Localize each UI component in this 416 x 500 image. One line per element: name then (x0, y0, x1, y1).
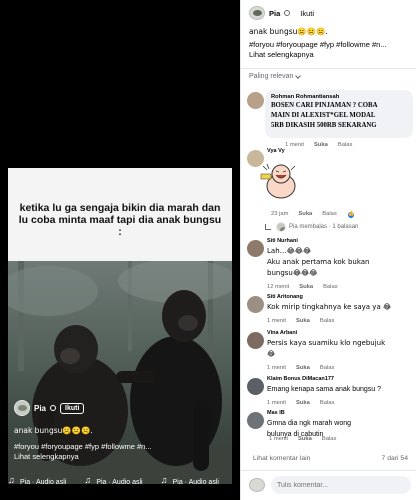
commenter-avatar[interactable] (247, 412, 264, 429)
comment-meta: 12 menit Suka Balas (267, 284, 369, 290)
comment-meta: 1 menit Suka Balas (267, 400, 381, 406)
comment-meta: 1 menit Suka Balas (269, 436, 336, 442)
like-link[interactable]: Suka (296, 365, 310, 371)
comment-text: 😂 (267, 350, 276, 358)
audio-item[interactable]: Pia · Audio asli (161, 475, 219, 486)
comment-meta: 1 menit Suka Balas (267, 318, 391, 324)
comment-bubble: Rohman Rohmantiansah BOSEN CARI PINJAMAN… (265, 90, 413, 138)
comment-text: Persis kaya suamiku klo ngebujuk (267, 339, 386, 347)
comment-time: 1 menit (267, 318, 287, 324)
audio-item[interactable]: Pia · Audio asli (84, 475, 142, 486)
comment-time: 12 menit (267, 284, 290, 290)
commenter-name[interactable]: Vya Vy (267, 148, 285, 154)
sort-label: Paling relevan (249, 73, 294, 80)
like-link[interactable]: Suka (299, 284, 313, 290)
video-hashtags[interactable]: #foryou #foryoupage #fyp #followme #n... (14, 442, 152, 451)
commenter-avatar[interactable] (247, 332, 264, 349)
music-note-icon (84, 475, 92, 486)
audio-ticker[interactable]: Pia · Audio asli Pia · Audio asli Pia · … (8, 475, 238, 486)
divider (241, 68, 416, 69)
sort-dropdown[interactable]: Paling relevan (249, 72, 302, 80)
user-avatar (249, 478, 265, 492)
video-info: Pia Ikuti anak bungsu☹️☹️☹️. #foryou #fo… (0, 400, 240, 462)
comment-text: Aku anak pertama kok bukan (267, 258, 370, 266)
music-note-icon (161, 475, 169, 486)
comment-input[interactable] (271, 476, 411, 494)
view-more-comments-link[interactable]: Lihat komentar lain (253, 455, 310, 462)
commenter-name[interactable]: Siti Aritonang (267, 294, 391, 300)
comment-time: 23 jam (271, 211, 289, 217)
like-link[interactable]: Suka (298, 436, 312, 442)
commenter-name[interactable]: Rohman Rohmantiansah (271, 94, 407, 100)
author-name[interactable]: Pia (34, 404, 46, 413)
globe-icon (50, 405, 57, 411)
reply-summary: Pia membalas · 1 balasan (289, 224, 359, 230)
view-replies-link[interactable]: Pia membalas · 1 balasan (265, 222, 358, 232)
post-description: anak bungsu☹️☹️☹️. (249, 27, 328, 36)
comment-text: Gmna dia ngk marah wong (267, 420, 352, 427)
reply-link[interactable]: Balas (322, 436, 337, 442)
comment-meta: 1 menit Suka Balas (267, 365, 385, 371)
see-more-link[interactable]: Lihat selengkapnya (14, 452, 79, 461)
music-note-icon (8, 475, 16, 486)
audio-item[interactable]: Pia · Audio asli (8, 475, 66, 486)
author-avatar[interactable] (249, 6, 265, 20)
see-more-link[interactable]: Lihat selengkapnya (249, 50, 314, 59)
author-avatar[interactable] (14, 400, 30, 416)
comment-text: Lah…😂😂😂 (267, 247, 312, 255)
reply-link[interactable]: Balas (322, 211, 337, 219)
like-reaction-icon (346, 211, 355, 219)
comment-text: BOSEN CARI PINJAMAN ? COBA (271, 102, 378, 109)
reply-link[interactable]: Balas (320, 318, 335, 324)
commenter-name[interactable]: Siti Nurhani (267, 238, 369, 244)
post-header: Pia Ikuti (249, 4, 314, 22)
like-link[interactable]: Suka (314, 142, 328, 148)
like-link[interactable]: Suka (296, 318, 310, 324)
comment-text: bungsu😂😂😂 (267, 269, 318, 277)
post-hashtags[interactable]: #foryou #foryoupage #fyp #followme #n... (249, 40, 387, 49)
comment-text: 5RB DIKASIH 500RB SEKARANG (271, 122, 377, 129)
laughing-sticker (260, 163, 296, 199)
post-panel: Pia Ikuti anak bungsu☹️☹️☹️. #foryou #fo… (240, 0, 416, 500)
comment-time: 1 menit (267, 365, 287, 371)
commenter-name[interactable]: Mas IB (267, 410, 351, 416)
comment-composer (241, 470, 416, 500)
reply-arrow-icon (265, 224, 271, 230)
commenter-avatar[interactable] (247, 92, 264, 109)
commenter-avatar[interactable] (247, 296, 264, 313)
reply-link[interactable]: Balas (320, 365, 335, 371)
commenter-name[interactable]: Klaim Bonus DiMacan177 (267, 376, 381, 382)
post-author[interactable]: Pia (269, 9, 280, 18)
globe-icon (284, 10, 291, 16)
video-description: anak bungsu☹️☹️☹️. (14, 426, 93, 435)
reply-link[interactable]: Balas (323, 284, 338, 290)
commenter-avatar[interactable] (247, 240, 264, 257)
comment-meta: 23 jam Suka Balas (271, 211, 355, 219)
comment-count: 7 dari 54 (381, 455, 408, 462)
comment-meta: 1 menit Suka Balas (285, 142, 352, 148)
comment-time: 1 menit (267, 400, 287, 406)
comment-time: 1 menit (269, 436, 289, 442)
like-link[interactable]: Suka (296, 400, 310, 406)
reply-link[interactable]: Balas (338, 142, 353, 148)
follow-button[interactable]: Ikuti (60, 402, 85, 414)
replier-avatar (276, 222, 286, 232)
chevron-down-icon (295, 72, 302, 79)
video-viewer[interactable]: ketika lu ga sengaja bikin dia marah dan… (0, 0, 240, 500)
comment-text: MAIN DI ALEXIST*GEL MODAL (271, 112, 376, 119)
commenter-avatar[interactable] (247, 378, 264, 395)
like-link[interactable]: Suka (298, 211, 312, 219)
follow-button[interactable]: Ikuti (300, 9, 314, 18)
commenter-name[interactable]: Vina Arbani (267, 330, 385, 336)
comment-time: 1 menit (285, 142, 305, 148)
video-overlay-caption: ketika lu ga sengaja bikin dia marah dan… (18, 202, 222, 238)
comment-text: Emang kenapa sama anak bungsu ? (267, 386, 382, 393)
reply-link[interactable]: Balas (320, 400, 335, 406)
comment-text: Kok mirip tingkahnya ke saya ya 😂 (267, 303, 392, 311)
